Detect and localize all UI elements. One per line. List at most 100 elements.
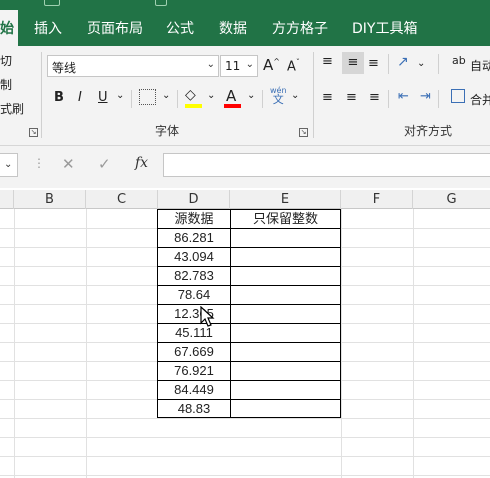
- formula-input[interactable]: [163, 153, 490, 177]
- column-header-e[interactable]: E: [230, 190, 341, 209]
- font-name-combo[interactable]: 等线 ⌄: [47, 55, 219, 77]
- integer-result-cell[interactable]: [230, 399, 341, 418]
- fill-color-icon[interactable]: ◇: [185, 87, 196, 103]
- tab-home[interactable]: 始: [0, 10, 18, 46]
- tab-data[interactable]: 数据: [219, 18, 247, 38]
- bold-button[interactable]: B: [54, 90, 64, 105]
- quick-access-icon[interactable]: [155, 0, 167, 6]
- chevron-down-icon: ⌄: [4, 159, 13, 170]
- source-value-cell[interactable]: 45.111: [158, 323, 230, 342]
- tab-fangfang[interactable]: 方方格子: [272, 18, 328, 38]
- font-group-label: 字体: [155, 124, 180, 138]
- merge-button[interactable]: 合并: [470, 91, 490, 108]
- align-center-icon[interactable]: ≡: [346, 90, 357, 105]
- integer-result-cell[interactable]: [230, 342, 341, 361]
- clipboard-launcher-icon[interactable]: ↘: [29, 128, 38, 137]
- borders-icon[interactable]: [139, 89, 156, 105]
- source-value-cell[interactable]: 67.669: [158, 342, 230, 361]
- font-size-value: 11: [225, 59, 241, 73]
- source-value-cell[interactable]: 82.783: [158, 266, 230, 285]
- wrap-text-button[interactable]: 自动: [470, 57, 490, 74]
- font-name-value: 等线: [52, 61, 77, 75]
- column-headers: B C D E F G: [0, 190, 490, 209]
- tab-page-layout[interactable]: 页面布局: [87, 18, 143, 38]
- column-header-a[interactable]: [0, 190, 14, 209]
- font-color-button[interactable]: A: [226, 87, 236, 105]
- divider: [262, 90, 263, 108]
- divider: [438, 90, 439, 108]
- divider: [388, 90, 389, 108]
- chevron-down-icon[interactable]: ⌄: [417, 58, 425, 69]
- source-value-cell[interactable]: 84.449: [158, 380, 230, 399]
- source-value-cell[interactable]: 43.094: [158, 247, 230, 266]
- font-color-swatch: [224, 104, 241, 108]
- group-separator: [41, 52, 42, 138]
- orientation-icon[interactable]: ↗: [397, 54, 409, 70]
- divider: [388, 54, 389, 74]
- column-header-b[interactable]: B: [14, 190, 86, 209]
- save-icon[interactable]: [44, 0, 60, 6]
- chevron-down-icon[interactable]: ⌄: [247, 90, 255, 101]
- enter-button[interactable]: ✓: [98, 155, 111, 173]
- integer-result-cell[interactable]: [230, 228, 341, 247]
- increase-indent-icon[interactable]: ⇥: [420, 89, 431, 104]
- tab-formulas[interactable]: 公式: [166, 18, 194, 38]
- integer-result-cell[interactable]: [230, 266, 341, 285]
- chevron-down-icon[interactable]: ⌄: [207, 90, 215, 101]
- wrap-text-icon[interactable]: ab: [452, 54, 466, 67]
- integer-result-cell[interactable]: [230, 304, 341, 323]
- italic-button[interactable]: I: [78, 90, 82, 105]
- chevron-down-icon: ⌄: [245, 59, 254, 70]
- header-cell-source[interactable]: 源数据: [158, 209, 230, 228]
- integer-result-cell[interactable]: [230, 361, 341, 380]
- align-top-icon[interactable]: ≡: [322, 54, 333, 69]
- column-header-f[interactable]: F: [341, 190, 413, 209]
- align-right-icon[interactable]: ≡: [369, 90, 380, 105]
- chevron-down-icon[interactable]: ⌄: [116, 90, 124, 101]
- shrink-font-button[interactable]: Aˇ: [287, 58, 300, 74]
- cut-button[interactable]: 切: [0, 52, 12, 69]
- merge-cells-icon[interactable]: [451, 89, 465, 103]
- column-header-c[interactable]: C: [86, 190, 158, 209]
- formula-bar: ⌄ ⋮ ✕ ✓ fx: [0, 146, 490, 188]
- column-header-g[interactable]: G: [413, 190, 490, 209]
- tab-diy-toolbox[interactable]: DIY工具箱: [352, 18, 417, 38]
- phonetic-guide-button[interactable]: wén 文: [270, 86, 287, 105]
- divider: [131, 90, 132, 108]
- source-value-cell[interactable]: 76.921: [158, 361, 230, 380]
- copy-button[interactable]: 制: [0, 76, 12, 93]
- alignment-group-label: 对齐方式: [404, 124, 453, 138]
- ribbon: 切 制 式刷 ↘ 等线 ⌄ 11 ⌄ A^ Aˇ B I U ⌄ ⌄ ◇ ⌄ A: [0, 46, 490, 146]
- integer-result-cell[interactable]: [230, 247, 341, 266]
- integer-result-cell[interactable]: [230, 285, 341, 304]
- align-left-icon[interactable]: ≡: [322, 90, 333, 105]
- header-cell-integer[interactable]: 只保留整数: [230, 209, 341, 228]
- name-box[interactable]: ⌄: [0, 153, 18, 177]
- source-value-cell[interactable]: 12.365: [158, 304, 230, 323]
- fill-color-swatch: [185, 104, 202, 108]
- source-value-cell[interactable]: 48.83: [158, 399, 230, 418]
- column-header-d[interactable]: D: [158, 190, 230, 209]
- divider: [438, 54, 439, 74]
- caret-up-icon: ^: [273, 57, 280, 66]
- source-value-cell[interactable]: 78.64: [158, 285, 230, 304]
- insert-function-button[interactable]: fx: [135, 155, 148, 171]
- shrink-font-label: A: [287, 59, 296, 75]
- decrease-indent-icon[interactable]: ⇤: [398, 89, 409, 104]
- integer-result-cell[interactable]: [230, 323, 341, 342]
- grid-line: [0, 437, 490, 438]
- cancel-button[interactable]: ✕: [62, 155, 75, 173]
- align-middle-icon[interactable]: ≡: [342, 52, 364, 74]
- grow-font-label: A: [263, 56, 274, 74]
- chevron-down-icon[interactable]: ⌄: [162, 90, 170, 101]
- grow-font-button[interactable]: A^: [263, 56, 280, 74]
- format-painter-button[interactable]: 式刷: [0, 100, 24, 117]
- align-bottom-icon[interactable]: ≡: [368, 56, 379, 71]
- underline-button[interactable]: U: [98, 90, 108, 105]
- integer-result-cell[interactable]: [230, 380, 341, 399]
- font-launcher-icon[interactable]: ↘: [299, 128, 308, 137]
- tab-insert[interactable]: 插入: [34, 18, 62, 38]
- source-value-cell[interactable]: 86.281: [158, 228, 230, 247]
- chevron-down-icon[interactable]: ⌄: [291, 90, 299, 101]
- font-size-combo[interactable]: 11 ⌄: [220, 55, 258, 77]
